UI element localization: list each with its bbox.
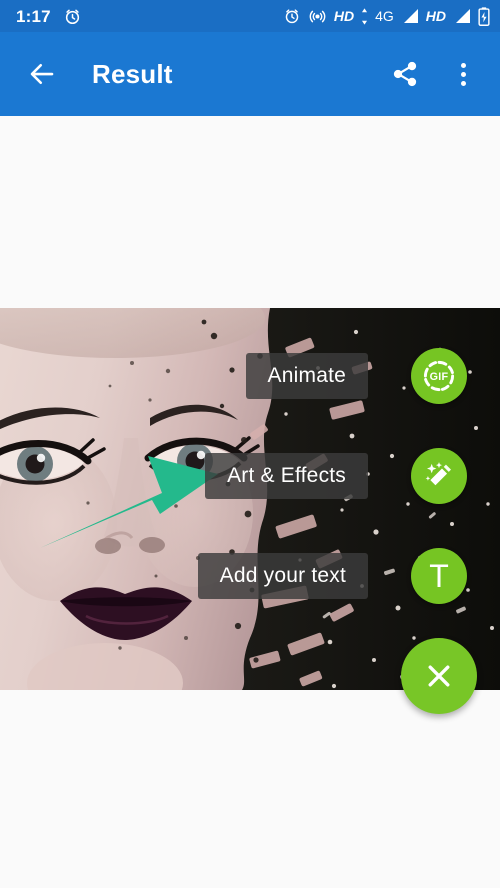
hd-volte-label: HD: [333, 8, 355, 24]
fab-close-button[interactable]: [401, 638, 477, 714]
status-bar-right: HD 4G HD: [283, 6, 490, 26]
text-t-icon[interactable]: T: [411, 548, 467, 604]
alarm-clock-icon: [283, 7, 301, 25]
more-dot: [460, 71, 466, 77]
fab-add-text[interactable]: Add your text T: [0, 548, 500, 604]
fab-art-effects[interactable]: Art & Effects: [0, 448, 500, 504]
data-transfer-icon: [360, 7, 369, 25]
hd-volte-label-2: HD: [425, 8, 446, 24]
gif-icon[interactable]: GIF: [411, 348, 467, 404]
app-bar: Result: [0, 32, 500, 116]
alarm-clock-icon: [63, 7, 82, 26]
phone-screen: 1:17 HD 4G HD Result Animate GIF Art & E…: [0, 0, 500, 888]
fab-animate[interactable]: Animate GIF: [0, 348, 500, 404]
hotspot-icon: [308, 7, 327, 26]
signal-bars-sim1-icon: [401, 8, 419, 24]
text-t-glyph: T: [429, 558, 449, 594]
share-icon[interactable]: [388, 57, 422, 91]
more-dot: [460, 80, 466, 86]
status-bar-left: 1:17: [16, 7, 82, 26]
more-dot: [460, 62, 466, 68]
battery-charging-icon: [478, 6, 490, 26]
svg-text:GIF: GIF: [430, 371, 449, 383]
page-title: Result: [92, 58, 173, 89]
magic-wand-icon[interactable]: [411, 448, 467, 504]
signal-bars-sim2-icon: [453, 8, 471, 24]
fab-add-text-label: Add your text: [197, 553, 368, 599]
fab-art-effects-label: Art & Effects: [205, 453, 368, 499]
network-type-label: 4G: [375, 8, 394, 24]
more-vertical-icon[interactable]: [450, 57, 476, 91]
status-bar: 1:17 HD 4G HD: [0, 0, 500, 32]
status-bar-clock: 1:17: [16, 6, 51, 26]
fab-animate-label: Animate: [245, 353, 368, 399]
close-x-icon: [428, 665, 450, 687]
back-arrow-icon[interactable]: [25, 57, 59, 91]
